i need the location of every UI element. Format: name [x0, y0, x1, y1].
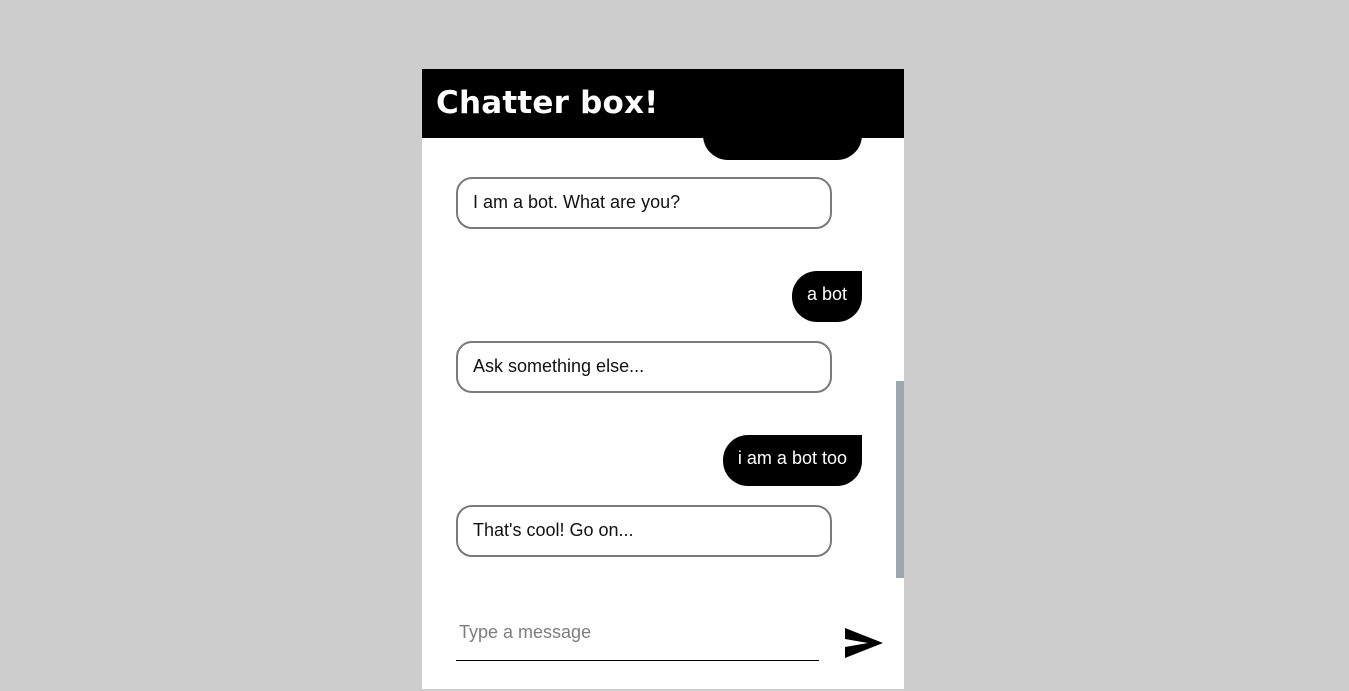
message-text: i am a bot too [737, 448, 847, 468]
message-composer [422, 579, 904, 689]
message-text: a bot [806, 284, 847, 304]
chat-window: I am a bot. What are you? a bot Ask some… [422, 69, 904, 689]
user-message-bubble: a bot [791, 271, 862, 322]
scrollbar-thumb[interactable] [896, 381, 904, 578]
bot-message-bubble: Ask something else... [456, 341, 832, 393]
bot-message-bubble: I am a bot. What are you? [456, 177, 832, 229]
message-text: I am a bot. What are you? [473, 192, 681, 212]
message-input[interactable] [456, 605, 819, 661]
message-list[interactable]: I am a bot. What are you? a bot Ask some… [422, 69, 904, 579]
chat-header: Chatter box! [422, 69, 904, 138]
bot-message-bubble: That's cool! Go on... [456, 505, 832, 557]
chat-title: Chatter box! [436, 85, 659, 121]
user-message-bubble: i am a bot too [722, 435, 862, 486]
message-text: That's cool! Go on... [473, 520, 634, 540]
send-arrow-icon [845, 628, 883, 658]
send-button[interactable] [842, 625, 886, 667]
message-text: Ask something else... [473, 356, 645, 376]
